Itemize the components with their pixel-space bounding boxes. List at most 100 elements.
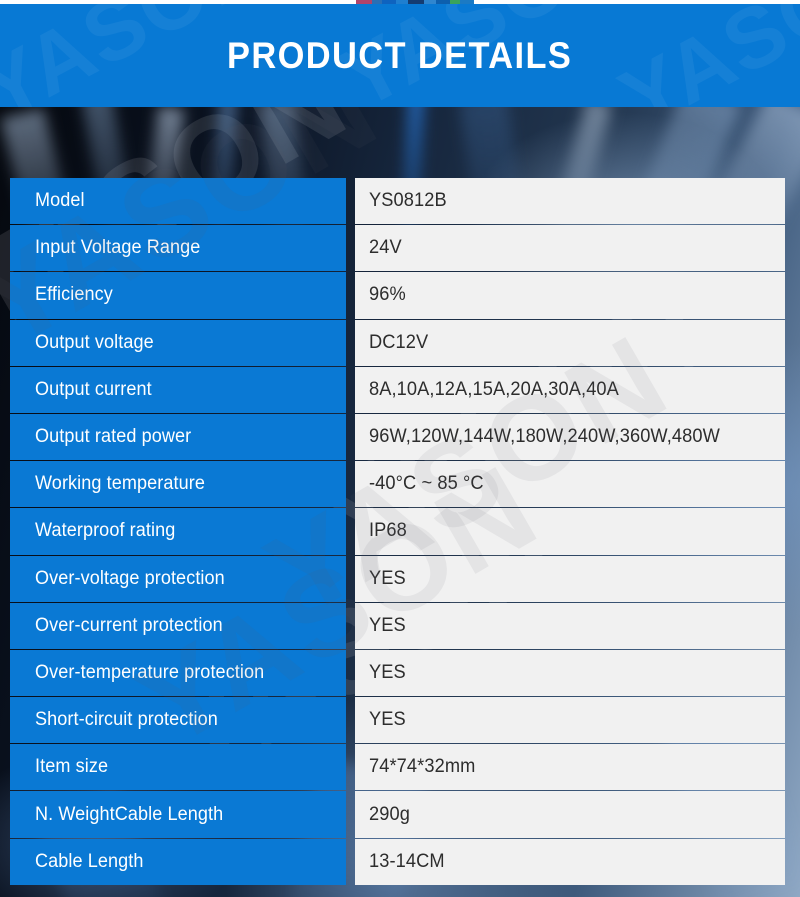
top-strip-segment [424,0,436,4]
spec-label-cell: Working temperature [10,461,346,508]
spec-column-gap [346,461,355,507]
spec-label-cell: Efficiency [10,272,346,319]
spec-column-gap [346,839,355,885]
spec-value-cell: 290g [355,791,785,838]
spec-value-cell: 96W,120W,144W,180W,240W,360W,480W [355,413,785,461]
spec-column-gap [346,367,355,413]
spec-column-gap [346,320,355,366]
spec-column-gap [346,650,355,696]
spec-label-cell: Over-voltage protection [10,555,346,602]
spec-label-cell: Waterproof rating [10,508,346,555]
spec-value-text: 96% [369,284,406,306]
spec-value-cell: 24V [355,225,785,272]
spec-label-text: Waterproof rating [35,520,176,542]
spec-value-text: YES [369,567,406,589]
spec-value-cell: -40°C ~ 85 °C [355,461,785,508]
spec-label-cell: N. WeightCable Length [10,791,346,838]
spec-row: Cable Length 13-14CM [10,838,785,885]
spec-column-gap [346,791,355,837]
spec-row: Input Voltage Range 24V [10,225,785,272]
spec-column-gap [346,603,355,649]
spec-label-cell: Over-current protection [10,602,346,649]
spec-column-gap [346,556,355,602]
spec-value-text: YES [369,661,406,683]
page-banner: YASON YASON YASON PRODUCT DETAILS [0,4,800,107]
top-strip-segment [436,0,450,4]
spec-value-text: YS0812B [369,190,447,212]
page-title-text: PRODUCT DETAILS [227,34,573,76]
product-details-page: YASON YASON YASON PRODUCT DETAILS YASON … [0,0,800,897]
top-color-strip [0,0,800,4]
spec-label-text: Output current [35,378,152,400]
spec-row: Short-circuit protection YES [10,697,785,744]
spec-table: Model YS0812B Input Voltage Range 24V Effici… [10,178,785,886]
spec-column-gap [346,178,355,224]
spec-value-cell: DC12V [355,319,785,366]
top-strip-segment [356,0,372,4]
spec-label-text: Over-voltage protection [35,567,225,589]
spec-label-text: Item size [35,756,109,778]
spec-value-text: YES [369,709,406,731]
spec-value-text: DC12V [369,331,429,353]
spec-value-text: YES [369,614,406,636]
top-strip-segment [372,0,382,4]
top-strip-segment [408,0,424,4]
spec-row: Over-current protection YES [10,602,785,649]
spec-value-cell: YES [355,649,785,697]
spec-column-gap [346,744,355,790]
spec-label-text: Working temperature [35,473,206,495]
top-strip-segment [396,0,408,4]
spec-value-cell: 13-14CM [355,838,785,885]
spec-value-cell: 74*74*32mm [355,744,785,791]
spec-value-cell: IP68 [355,508,785,555]
spec-value-cell: 8A,10A,12A,15A,20A,30A,40A [355,366,785,413]
spec-column-gap [346,697,355,743]
spec-row: Output rated power 96W,120W,144W,180W,240… [10,413,785,461]
spec-value-cell: YES [355,697,785,744]
spec-label-cell: Output current [10,366,346,413]
spec-row: Output voltage DC12V [10,319,785,366]
top-strip-segment [460,0,474,4]
spec-value-text: IP68 [369,520,407,542]
spec-value-text: 24V [369,237,402,259]
top-strip-segment [382,0,396,4]
spec-label-text: Over-temperature protection [35,661,265,683]
spec-row: N. WeightCable Length 290g [10,791,785,838]
spec-value-text: -40°C ~ 85 °C [369,473,484,495]
spec-row: Waterproof rating IP68 [10,508,785,555]
spec-label-text: Over-current protection [35,614,223,636]
spec-label-text: Input Voltage Range [35,237,201,259]
spec-row: Output current 8A,10A,12A,15A,20A,30A,40A [10,366,785,413]
spec-column-gap [346,272,355,318]
spec-value-cell: YES [355,602,785,649]
spec-value-text: 8A,10A,12A,15A,20A,30A,40A [369,378,619,400]
spec-label-cell: Item size [10,744,346,791]
spec-value-text: 290g [369,803,410,825]
spec-label-text: N. WeightCable Length [35,803,224,825]
spec-column-gap [346,414,355,460]
spec-row: Over-voltage protection YES [10,555,785,602]
spec-value-cell: 96% [355,272,785,319]
spec-label-cell: Over-temperature protection [10,649,346,697]
spec-label-text: Output rated power [35,426,192,448]
spec-label-cell: Short-circuit protection [10,697,346,744]
spec-label-cell: Input Voltage Range [10,225,346,272]
spec-label-cell: Cable Length [10,838,346,885]
spec-label-text: Efficiency [35,284,113,306]
spec-label-text: Short-circuit protection [35,709,218,731]
spec-label-cell: Model [10,178,346,225]
spec-value-text: 13-14CM [369,850,445,872]
spec-label-text: Cable Length [35,850,144,872]
spec-row: Model YS0812B [10,178,785,225]
spec-value-text: 96W,120W,144W,180W,240W,360W,480W [369,426,720,448]
spec-column-gap [346,225,355,271]
spec-row: Over-temperature protection YES [10,649,785,697]
spec-value-cell: YES [355,555,785,602]
page-title: PRODUCT DETAILS [0,35,800,77]
top-strip-segment [450,0,460,4]
spec-label-text: Model [35,190,85,212]
spec-label-text: Output voltage [35,331,154,353]
spec-value-cell: YS0812B [355,178,785,225]
spec-column-gap [346,508,355,554]
spec-row: Working temperature -40°C ~ 85 °C [10,461,785,508]
